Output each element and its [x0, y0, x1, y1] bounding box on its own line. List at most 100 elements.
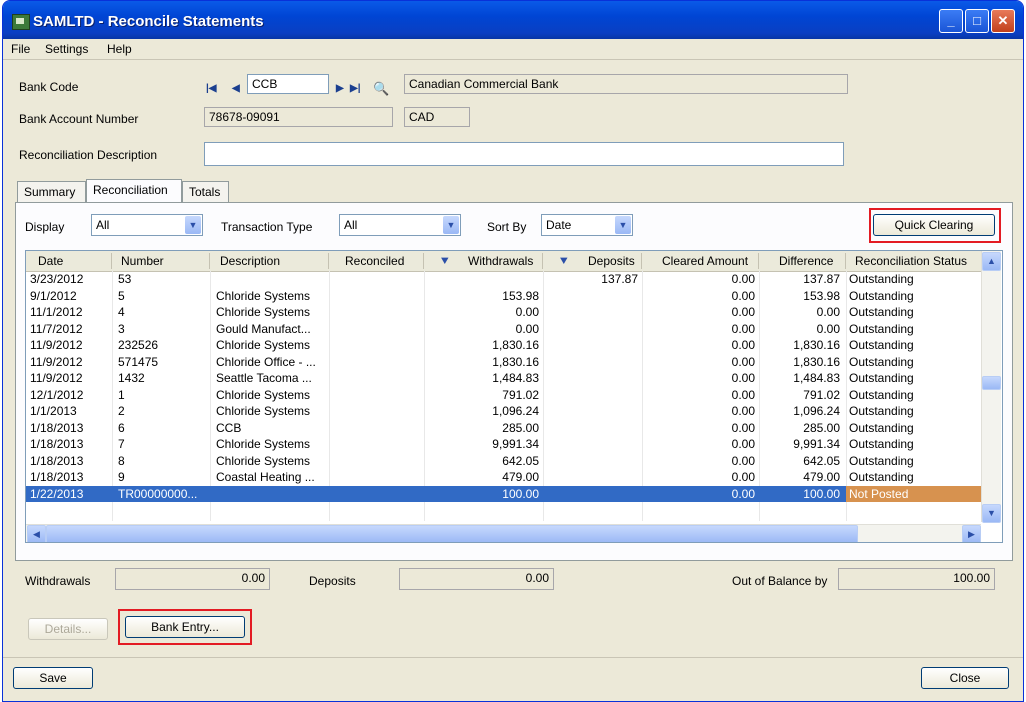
col-reconciliation-status[interactable]: Reconciliation Status: [855, 254, 967, 268]
scroll-down-icon[interactable]: ▼: [982, 504, 1001, 523]
table-cell: 479.00: [502, 470, 539, 484]
horizontal-scroll-thumb[interactable]: [46, 525, 858, 542]
reconciliation-description-input[interactable]: [204, 142, 844, 166]
col-deposits[interactable]: Deposits: [588, 254, 635, 268]
next-record-icon[interactable]: ▶: [336, 83, 344, 94]
save-button[interactable]: Save: [13, 667, 93, 689]
bank-entry-button[interactable]: Bank Entry...: [125, 616, 245, 638]
filter-icon[interactable]: ⯆: [440, 254, 450, 269]
currency-field: CAD: [404, 107, 470, 127]
col-difference[interactable]: Difference: [779, 254, 833, 268]
footer-divider: [3, 657, 1023, 658]
tab-summary[interactable]: Summary: [17, 181, 86, 202]
transaction-type-select[interactable]: All ▼: [339, 214, 461, 236]
chevron-down-icon[interactable]: ▼: [615, 216, 631, 234]
sort-by-select[interactable]: Date ▼: [541, 214, 633, 236]
table-cell: Chloride Systems: [216, 404, 311, 418]
table-row[interactable]: 11/7/2012 3 Gould Manufact... 0.00 0.00 0.00 O…: [26, 321, 981, 337]
display-select[interactable]: All ▼: [91, 214, 203, 236]
col-divider[interactable]: [758, 253, 759, 269]
table-row[interactable]: 12/1/2012 1 Chloride Systems 791.02 0.00 791.…: [26, 387, 981, 403]
table-row[interactable]: 11/9/2012 571475 Chloride Office - ... 1,83…: [26, 354, 981, 370]
tab-reconciliation[interactable]: Reconciliation: [86, 179, 182, 202]
close-icon: ✕: [997, 13, 1009, 28]
table-cell: Outstanding: [849, 305, 914, 319]
menu-help[interactable]: Help: [107, 42, 132, 56]
table-row[interactable]: 11/9/2012 1432 Seattle Tacoma ... 1,484.83 0…: [26, 370, 981, 386]
bank-name-field: Canadian Commercial Bank: [404, 74, 848, 94]
table-cell: 0.00: [731, 272, 755, 286]
table-row[interactable]: 3/23/2012 53 137.87 0.00 137.87 Outstanding: [26, 271, 981, 287]
transactions-grid[interactable]: Date Number Description Reconciled ⯆ Wit…: [25, 250, 1003, 543]
col-cleared-amount[interactable]: Cleared Amount: [662, 254, 748, 268]
table-row[interactable]: 1/22/2013 TR00000000... 100.00 0.00 100.00 No…: [26, 485, 981, 502]
col-description[interactable]: Description: [220, 254, 280, 268]
col-reconciled[interactable]: Reconciled: [345, 254, 404, 268]
table-cell: 0.00: [731, 470, 755, 484]
table-cell: 1,484.83: [793, 371, 840, 385]
table-row[interactable]: 1/18/2013 6 CCB 285.00 0.00 285.00 Outstanding: [26, 420, 981, 436]
table-cell: 0.00: [731, 288, 755, 303]
filter-icon[interactable]: ⯆: [559, 254, 569, 269]
col-number[interactable]: Number: [121, 254, 164, 268]
table-cell: 11/9/2012: [30, 354, 83, 369]
col-divider[interactable]: [542, 253, 543, 269]
table-row[interactable]: 1/18/2013 8 Chloride Systems 642.05 0.00 642.…: [26, 453, 981, 469]
table-cell: Outstanding: [849, 404, 914, 418]
previous-record-icon[interactable]: ◀: [232, 83, 240, 94]
table-row[interactable]: 11/9/2012 232526 Chloride Systems 1,830.16 0…: [26, 337, 981, 353]
col-divider[interactable]: [209, 253, 210, 269]
table-cell: Coastal Heating ...: [216, 470, 315, 484]
scroll-up-icon[interactable]: ▲: [982, 252, 1001, 271]
table-cell: 7: [118, 437, 125, 451]
last-record-icon[interactable]: ▶|: [350, 83, 361, 94]
sort-by-value: Date: [546, 218, 572, 232]
first-record-icon[interactable]: |◀: [206, 83, 217, 94]
scroll-right-icon[interactable]: ▶: [962, 525, 981, 542]
scroll-thumb[interactable]: [982, 376, 1001, 390]
minimize-button[interactable]: _: [939, 9, 963, 33]
table-cell: TR00000000...: [118, 486, 198, 501]
details-button[interactable]: Details...: [28, 618, 108, 640]
bank-code-input[interactable]: CCB: [247, 74, 329, 94]
col-divider[interactable]: [111, 253, 112, 269]
table-cell: Outstanding: [849, 354, 914, 369]
table-row[interactable]: 11/1/2012 4 Chloride Systems 0.00 0.00 0.00 Ou…: [26, 304, 981, 320]
col-divider[interactable]: [845, 253, 846, 269]
table-cell: 1/18/2013: [30, 420, 84, 435]
col-date[interactable]: Date: [38, 254, 63, 268]
table-cell: Chloride Office - ...: [216, 354, 316, 369]
vertical-scrollbar[interactable]: ▲ ▼: [981, 251, 1001, 523]
table-cell: 571475: [118, 354, 159, 369]
table-row[interactable]: 1/18/2013 9 Coastal Heating ... 479.00 0.00 4…: [26, 469, 981, 485]
col-divider[interactable]: [328, 253, 329, 269]
close-window-button[interactable]: ✕: [991, 9, 1015, 33]
deposits-total-label: Deposits: [309, 574, 356, 588]
table-row[interactable]: 1/1/2013 2 Chloride Systems 1,096.24 0.00 1,0…: [26, 403, 981, 419]
col-divider[interactable]: [641, 253, 642, 269]
scroll-left-icon[interactable]: ◀: [27, 525, 46, 542]
bank-account-field: 78678-09091: [204, 107, 393, 127]
table-cell: Outstanding: [849, 338, 914, 352]
title-bar[interactable]: SAMLTD - Reconcile Statements _ □ ✕: [3, 1, 1023, 39]
table-cell: 1432: [118, 371, 145, 385]
chevron-down-icon[interactable]: ▼: [185, 216, 201, 234]
table-row[interactable]: 9/1/2012 5 Chloride Systems 153.98 0.00 153.9…: [26, 288, 981, 304]
close-button[interactable]: Close: [921, 667, 1009, 689]
menu-file[interactable]: File: [11, 42, 30, 56]
table-cell: 9: [118, 470, 125, 484]
chevron-down-icon[interactable]: ▼: [443, 216, 459, 234]
menu-settings[interactable]: Settings: [45, 42, 88, 56]
table-cell: 791.02: [502, 387, 539, 402]
maximize-button[interactable]: □: [965, 9, 989, 33]
quick-clearing-button[interactable]: Quick Clearing: [873, 214, 995, 236]
table-cell: 479.00: [803, 470, 840, 484]
col-withdrawals[interactable]: Withdrawals: [468, 254, 533, 268]
search-icon[interactable]: 🔍: [373, 81, 389, 97]
tab-totals[interactable]: Totals: [182, 181, 229, 202]
horizontal-scrollbar[interactable]: ◀ ▶: [26, 524, 981, 542]
table-row[interactable]: 1/18/2013 7 Chloride Systems 9,991.34 0.00 9,…: [26, 436, 981, 452]
table-cell: 11/7/2012: [30, 321, 83, 336]
col-divider[interactable]: [423, 253, 424, 269]
display-label: Display: [25, 220, 65, 234]
